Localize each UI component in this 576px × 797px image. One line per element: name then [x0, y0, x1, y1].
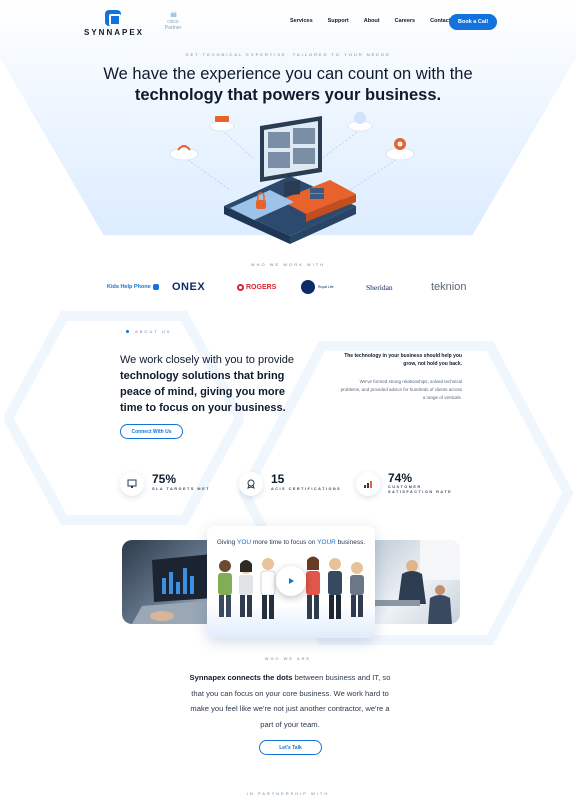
- client-logo-kids-help-phone: Kids Help Phone: [107, 280, 159, 294]
- about-heading-bold: technology solutions that bring peace of…: [120, 370, 286, 414]
- royal-life-emblem-icon: [301, 280, 315, 294]
- client-logo-royal-life: Royal Life: [301, 280, 334, 294]
- nav-contact[interactable]: Contact: [430, 18, 450, 24]
- stat-sla-label: SLA TARGETS MET: [152, 487, 210, 491]
- site-header: SYNNAPEX ıılıılı cisco Partner Services …: [0, 0, 576, 44]
- nav-careers[interactable]: Careers: [395, 18, 416, 24]
- client-logo-rogers: ROGERS: [237, 280, 276, 294]
- clients-label: WHO WE WORK WITH: [250, 262, 326, 267]
- cisco-bars-icon: ıılıılı: [170, 12, 177, 19]
- client-name-teknion: teknion: [431, 281, 467, 293]
- who-we-are-bold: Synnapex connects the dots: [189, 673, 293, 682]
- cisco-partner-badge: ıılıılı cisco Partner: [160, 12, 186, 31]
- nav-services[interactable]: Services: [290, 18, 313, 24]
- synnapex-logo[interactable]: SYNNAPEX: [84, 10, 142, 37]
- platform-left-top: [209, 116, 235, 132]
- stat-satisfaction-value: 74%: [388, 471, 413, 485]
- play-icon: [289, 578, 294, 584]
- about-subheading: The technology in your business should h…: [344, 353, 462, 367]
- platform-right-top: [347, 112, 373, 132]
- bullet-dot-icon: [126, 330, 129, 333]
- video-play-button[interactable]: [276, 566, 306, 596]
- video-card[interactable]: Giving YOU more time to focus on YOUR bu…: [207, 526, 375, 638]
- partnership-label: IN PARTNERSHIP WITH: [246, 791, 330, 796]
- about-label: ABOUT US: [126, 329, 171, 334]
- platform-left: [169, 145, 199, 161]
- cisco-partner-text: Partner: [164, 25, 182, 31]
- logo-mark-icon: [105, 10, 121, 26]
- about-heading-plain: We work closely with you to provide: [120, 354, 295, 366]
- client-logo-teknion: teknion: [431, 280, 466, 294]
- about-description: We've formed strong relationships, solve…: [340, 379, 462, 400]
- stat-certifications-label: ACIS CERTIFICATIONS: [271, 487, 342, 491]
- video-title: Giving YOU more time to focus on YOUR bu…: [216, 539, 366, 546]
- client-name-kids-help-phone: Kids Help Phone: [107, 284, 151, 290]
- hero-kicker: GET TECHNICAL EXPERTISE, TAILORED TO YOU…: [185, 52, 391, 57]
- about-label-text: ABOUT US: [135, 329, 172, 334]
- lets-talk-button[interactable]: Let's Talk: [259, 740, 322, 755]
- who-we-are-label: WHO WE ARE: [264, 656, 312, 661]
- client-logo-onex: ONEX: [172, 280, 205, 294]
- nav-about[interactable]: About: [364, 18, 380, 24]
- certificate-icon: [239, 472, 263, 496]
- rogers-swirl-icon: [237, 283, 244, 291]
- stat-sla-value: 75%: [152, 472, 177, 486]
- client-name-onex: ONEX: [172, 281, 206, 293]
- hero-title-line1: We have the experience you can count on …: [103, 65, 473, 83]
- chart-icon: [356, 472, 380, 496]
- stat-satisfaction-label: CUSTOMER SATISFACTION RATE: [388, 485, 453, 494]
- hero-isometric-illustration: [169, 112, 415, 244]
- logo-text: SYNNAPEX: [84, 28, 145, 37]
- who-we-are-text: Synnapex connects the dots between busin…: [184, 670, 396, 732]
- speech-bubble-icon: [152, 284, 159, 290]
- client-name-royal-life: Royal Life: [318, 285, 334, 289]
- monitor-icon: [120, 472, 144, 496]
- client-logo-sheridan: Sheridan: [366, 280, 393, 294]
- about-heading: We work closely with you to provide tech…: [120, 352, 310, 416]
- connect-with-us-button[interactable]: Connect With Us: [120, 424, 183, 439]
- photo-team-presentation: [360, 540, 460, 624]
- stat-certifications-value: 15: [271, 472, 285, 486]
- book-a-call-button[interactable]: Book a Call: [449, 14, 497, 30]
- hero-title-line2: technology that powers your business.: [134, 86, 442, 104]
- client-name-sheridan: Sheridan: [366, 282, 393, 292]
- nav-support[interactable]: Support: [328, 18, 349, 24]
- main-nav: Services Support About Careers Contact: [290, 18, 451, 24]
- platform-right: [385, 138, 415, 161]
- client-name-rogers: ROGERS: [246, 283, 277, 291]
